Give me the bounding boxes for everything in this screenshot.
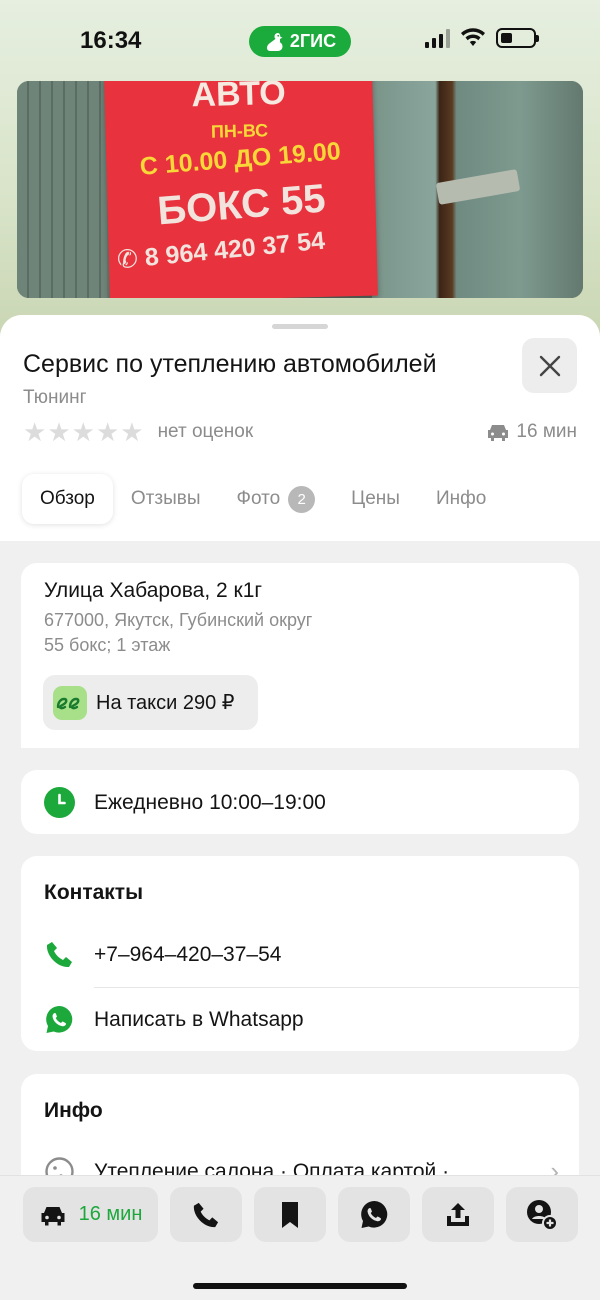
home-indicator: [193, 1283, 407, 1289]
star-icon: ★: [95, 417, 120, 447]
share-button[interactable]: [422, 1187, 494, 1242]
rating-text: нет оценок: [157, 421, 254, 442]
whatsapp-text: Написать в Whatsapp: [94, 1007, 304, 1031]
tab-overview[interactable]: Обзор: [22, 474, 113, 524]
contacts-card: Контакты +7‒964‒420‒37‒54 Написать в Wha…: [21, 856, 579, 1051]
info-title: Инфо: [44, 1099, 103, 1122]
tab-label: Инфо: [435, 488, 487, 509]
bottom-action-bar: 16 мин: [0, 1175, 600, 1300]
photo-sign: АВТО ПН-ВС С 10.00 ДО 19.00 БОКС 55 ✆ 8 …: [104, 81, 378, 298]
tab-label: Отзывы: [130, 488, 201, 509]
status-time: 16:34: [80, 27, 142, 54]
star-icon: ★: [47, 417, 71, 447]
brand-badge: 2ГИС: [249, 26, 351, 57]
brand-name: 2ГИС: [289, 31, 337, 51]
whatsapp-icon: [360, 1201, 387, 1228]
tab-photos[interactable]: Фото 2: [219, 474, 334, 524]
taxi-logo-icon: [53, 685, 87, 720]
signal-icon: [425, 28, 450, 48]
rating-stars: ★ ★ ★ ★ ★: [23, 419, 144, 445]
wifi-icon: [461, 28, 485, 46]
star-icon: ★: [23, 417, 47, 447]
sign-line-auto: АВТО: [190, 81, 287, 115]
tab-label: Обзор: [40, 488, 95, 509]
place-category: Тюнинг: [23, 387, 87, 408]
add-contact-icon: [527, 1199, 558, 1231]
taxi-button[interactable]: На такси 290 ₽: [43, 675, 258, 730]
share-icon: [447, 1202, 469, 1226]
whatsapp-row[interactable]: Написать в Whatsapp: [44, 1004, 304, 1035]
route-time: 16 мин: [78, 1203, 143, 1225]
tab-label: Цены: [351, 488, 400, 509]
phone-row[interactable]: +7‒964‒420‒37‒54: [44, 939, 281, 970]
phone-number: +7‒964‒420‒37‒54: [94, 942, 282, 966]
rating-row[interactable]: ★ ★ ★ ★ ★ нет оценок: [23, 419, 253, 445]
hours-card[interactable]: Ежедневно 10:00–19:00: [21, 770, 579, 834]
sign-line-box: БОКС 55: [155, 176, 328, 234]
phone-icon: [193, 1202, 219, 1227]
phone-icon: [46, 942, 72, 968]
address-street: Улица Хабарова, 2 к1г: [44, 579, 263, 602]
battery-icon: [496, 28, 539, 48]
place-sheet: Сервис по утеплению автомобилей Тюнинг ★…: [0, 315, 600, 1300]
bookmark-icon: [282, 1201, 298, 1228]
hours-text: Ежедневно 10:00–19:00: [94, 790, 326, 814]
photo-count-badge: 2: [288, 485, 316, 513]
car-icon: [488, 425, 509, 441]
star-icon: ★: [120, 417, 144, 447]
sheet-grabber[interactable]: [272, 324, 328, 329]
status-bar: 16:34 2ГИС: [0, 0, 600, 80]
tab-reviews[interactable]: Отзывы: [113, 474, 219, 524]
star-icon: ★: [71, 417, 95, 447]
route-button[interactable]: 16 мин: [23, 1187, 158, 1242]
sheet-header: Сервис по утеплению автомобилей Тюнинг ★…: [0, 315, 600, 541]
whatsapp-button[interactable]: [338, 1187, 410, 1242]
place-title: Сервис по утеплению автомобилей: [23, 350, 437, 378]
contacts-divider: [94, 987, 579, 988]
car-icon: [41, 1206, 65, 1225]
clock-icon: [44, 787, 75, 818]
contacts-title: Контакты: [44, 881, 144, 904]
bookmark-button[interactable]: [254, 1187, 326, 1242]
tab-info[interactable]: Инфо: [418, 474, 504, 524]
address-detail: 55 бокс; 1 этаж: [44, 635, 171, 655]
address-city: 677000, Якутск, Губинский округ: [44, 610, 313, 630]
whatsapp-icon: [46, 1006, 73, 1033]
tab-prices[interactable]: Цены: [333, 474, 418, 524]
add-contact-button[interactable]: [506, 1187, 578, 1242]
place-photo[interactable]: АВТО ПН-ВС С 10.00 ДО 19.00 БОКС 55 ✆ 8 …: [17, 81, 583, 298]
photo-door-left: [17, 81, 107, 298]
tab-bar: Обзор Отзывы Фото 2 Цены Инфо: [22, 473, 504, 525]
goose-logo-icon: [266, 32, 283, 51]
status-icons: [425, 28, 539, 48]
hours-row: Ежедневно 10:00–19:00: [44, 787, 326, 818]
drive-time-text: 16 мин: [516, 421, 577, 442]
taxi-label: На такси 290 ₽: [96, 692, 235, 714]
call-button[interactable]: [170, 1187, 242, 1242]
address-card[interactable]: Улица Хабарова, 2 к1г 677000, Якутск, Гу…: [21, 563, 579, 748]
close-button[interactable]: [522, 338, 577, 393]
close-icon: [539, 355, 560, 376]
tab-label: Фото: [236, 488, 281, 509]
drive-time: 16 мин: [486, 421, 577, 443]
